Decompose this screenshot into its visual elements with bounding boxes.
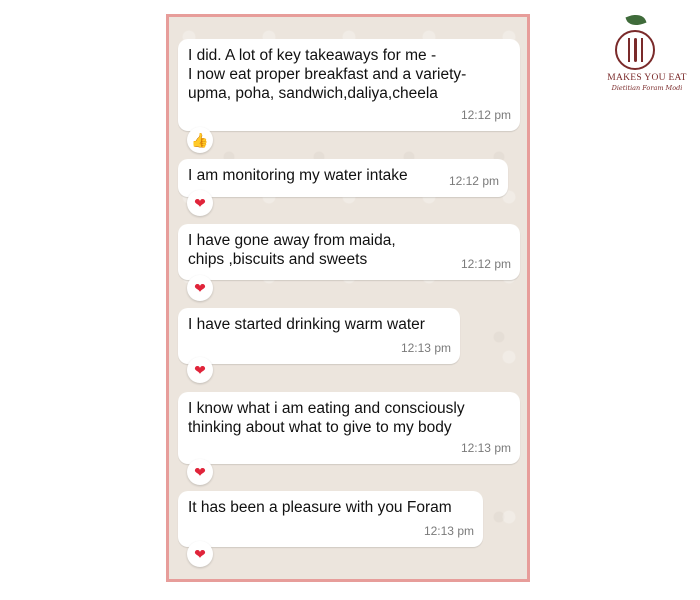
heart-reaction-icon[interactable]: ❤ [187,357,213,383]
message-time: 12:12 pm [460,108,511,122]
message-time: 12:13 pm [423,524,474,538]
heart-reaction-icon[interactable]: ❤ [187,275,213,301]
heart-reaction-icon[interactable]: ❤ [187,459,213,485]
brand-logo: MAKES YOU EAT Dietitian Foram Modi [597,10,697,98]
message-text: I have started drinking warm water [188,316,425,333]
message-bubble[interactable]: I have started drinking warm water 12:13… [178,308,460,364]
spoon-icon [634,38,637,62]
message-text: I know what i am eating and consciously … [188,400,465,436]
message-time: 12:13 pm [460,441,511,455]
brand-tagline: Dietitian Foram Modi [611,84,683,92]
message-bubble[interactable]: I have gone away from maida, chips ,bisc… [178,224,520,280]
chat-screenshot-frame: I did. A lot of key takeaways for me - I… [166,14,530,582]
message-time: 12:12 pm [448,174,499,188]
message-bubble[interactable]: I know what i am eating and consciously … [178,392,520,464]
leaf-icon [625,11,647,29]
brand-name: MAKES YOU EAT [607,73,687,83]
message-bubble[interactable]: I am monitoring my water intake 12:12 pm [178,159,508,197]
heart-reaction-icon[interactable]: ❤ [187,190,213,216]
message-bubble[interactable]: It has been a pleasure with you Foram 12… [178,491,483,547]
message-bubble[interactable]: I did. A lot of key takeaways for me - I… [178,39,520,131]
fork-icon [628,38,630,62]
knife-icon [641,38,643,62]
message-text: It has been a pleasure with you Foram [188,499,452,516]
heart-reaction-icon[interactable]: ❤ [187,541,213,567]
message-text: I did. A lot of key takeaways for me - I… [188,47,467,102]
thumbs-up-reaction-icon[interactable]: 👍 [187,127,213,153]
message-time: 12:13 pm [400,341,451,355]
message-time: 12:12 pm [460,257,511,271]
